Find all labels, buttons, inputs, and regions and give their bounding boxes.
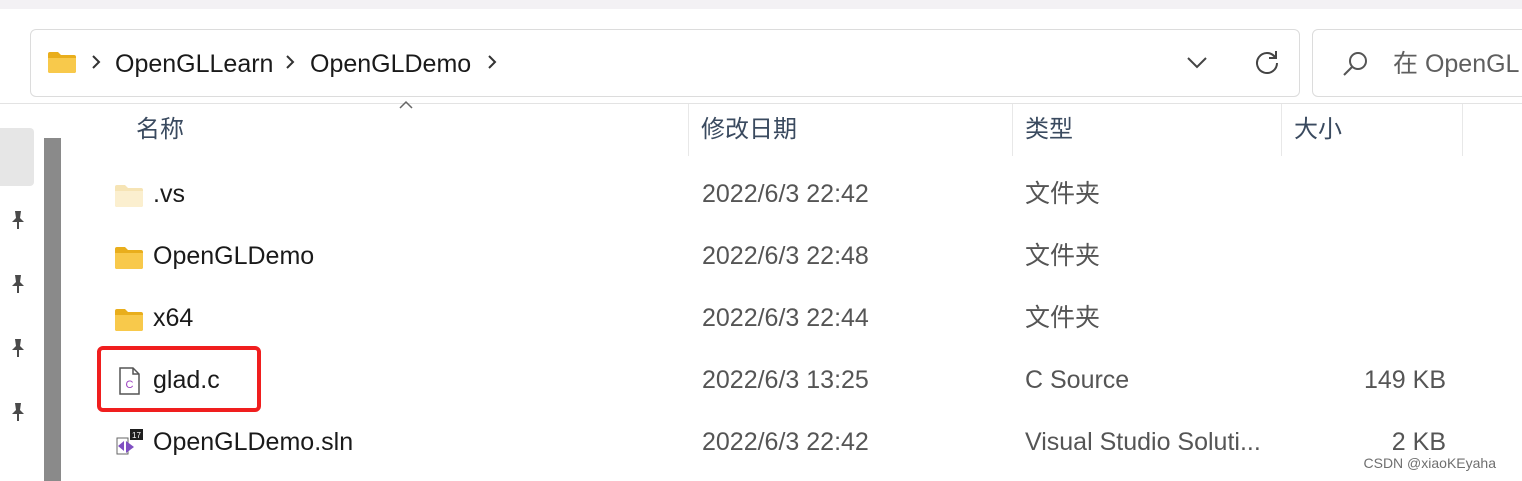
- nav-selected-item[interactable]: [0, 128, 34, 186]
- navigation-pane: [0, 104, 72, 481]
- file-date: 2022/6/3 22:42: [702, 180, 869, 208]
- file-type: C Source: [1025, 366, 1130, 394]
- file-date: 2022/6/3 22:42: [702, 428, 869, 456]
- column-header-type[interactable]: 类型: [1025, 114, 1073, 146]
- column-divider[interactable]: [1462, 104, 1463, 156]
- nav-scrollbar[interactable]: [44, 138, 61, 481]
- column-header-size[interactable]: 大小: [1294, 114, 1342, 146]
- file-date: 2022/6/3 22:48: [702, 242, 869, 270]
- search-icon: [1343, 52, 1367, 76]
- search-box[interactable]: 在 OpenGL: [1312, 29, 1522, 97]
- search-input[interactable]: 在 OpenGL: [1393, 49, 1519, 79]
- pin-icon[interactable]: [6, 400, 30, 424]
- folder-icon: [115, 309, 143, 331]
- file-date: 2022/6/3 13:25: [702, 366, 869, 394]
- file-row[interactable]: x64 2022/6/3 22:44 文件夹: [72, 288, 1522, 350]
- column-divider[interactable]: [688, 104, 689, 156]
- column-divider[interactable]: [1012, 104, 1013, 156]
- file-row[interactable]: OpenGLDemo 2022/6/3 22:48 文件夹: [72, 226, 1522, 288]
- chevron-down-icon[interactable]: [1185, 52, 1209, 72]
- file-row[interactable]: .vs 2022/6/3 22:42 文件夹: [72, 164, 1522, 226]
- column-header: 名称 修改日期 类型 大小: [72, 100, 1522, 156]
- file-type: 文件夹: [1025, 304, 1101, 332]
- file-name: x64: [153, 304, 194, 332]
- annotation-highlight-box: [97, 346, 261, 412]
- file-name: OpenGLDemo: [153, 242, 315, 270]
- file-row[interactable]: C glad.c 2022/6/3 13:25 C Source 149 KB: [72, 350, 1522, 412]
- chevron-right-icon[interactable]: [285, 53, 295, 71]
- breadcrumb-item-openGLDemo[interactable]: OpenGLDemo: [310, 49, 471, 79]
- column-divider[interactable]: [1281, 104, 1282, 156]
- file-type: 文件夹: [1025, 180, 1101, 208]
- pin-icon[interactable]: [6, 336, 30, 360]
- chevron-right-icon[interactable]: [487, 53, 497, 71]
- column-header-date[interactable]: 修改日期: [701, 114, 797, 146]
- file-size: 2 KB: [1391, 428, 1446, 456]
- sort-ascending-icon: [399, 100, 413, 109]
- chevron-right-icon[interactable]: [91, 53, 101, 71]
- address-bar[interactable]: OpenGLLearn OpenGLDemo: [30, 29, 1300, 97]
- pin-icon[interactable]: [6, 208, 30, 232]
- breadcrumb-item-openGLLearn[interactable]: OpenGLLearn: [115, 49, 273, 79]
- folder-icon: [115, 185, 143, 207]
- visual-studio-solution-icon: 17: [116, 429, 143, 455]
- file-name: .vs: [153, 180, 185, 208]
- file-size: 149 KB: [1363, 366, 1446, 394]
- file-name: OpenGLDemo.sln: [153, 428, 354, 456]
- file-row[interactable]: 17 OpenGLDemo.sln 2022/6/3 22:42 Visual …: [72, 412, 1522, 474]
- folder-icon: [48, 52, 76, 73]
- pin-icon[interactable]: [6, 272, 30, 296]
- svg-text:17: 17: [132, 431, 141, 440]
- file-type: 文件夹: [1025, 242, 1101, 270]
- toolbar: OpenGLLearn OpenGLDemo 在 OpenGL: [0, 9, 1522, 103]
- column-header-name[interactable]: 名称: [136, 114, 184, 146]
- watermark: CSDN @xiaoKEyaha: [1363, 455, 1497, 471]
- file-type: Visual Studio Soluti...: [1025, 428, 1261, 456]
- folder-icon: [115, 247, 143, 269]
- file-date: 2022/6/3 22:44: [702, 304, 869, 332]
- refresh-icon[interactable]: [1253, 48, 1281, 76]
- title-strip: [0, 0, 1522, 9]
